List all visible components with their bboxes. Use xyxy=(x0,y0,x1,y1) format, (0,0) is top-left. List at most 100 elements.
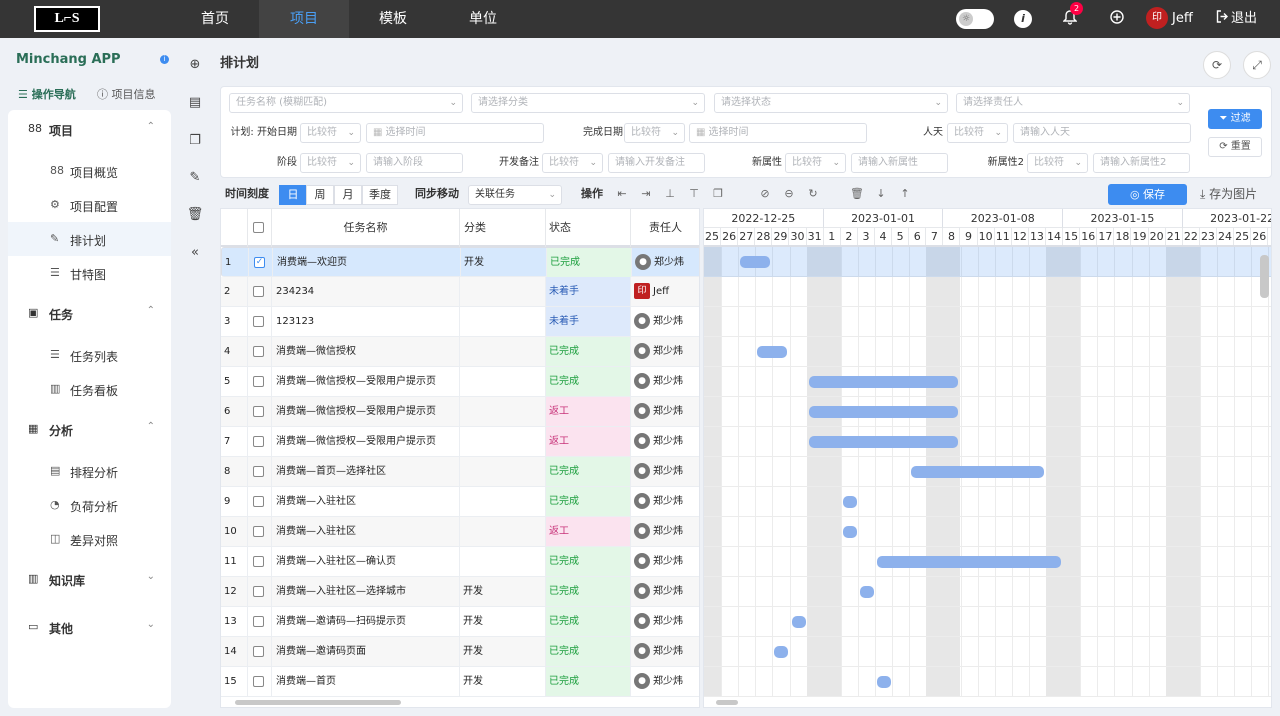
user-avatar[interactable]: 印 xyxy=(1146,7,1168,29)
sidebar-group-analysis[interactable]: ▦ 分析 ⌃ xyxy=(8,412,171,446)
row-checkbox[interactable] xyxy=(253,586,264,597)
category-cell[interactable] xyxy=(460,517,546,546)
add-circle-icon[interactable]: ⊕ xyxy=(186,56,204,74)
info-icon[interactable]: i xyxy=(160,55,169,64)
row-checkbox[interactable] xyxy=(253,286,264,297)
row-checkbox-cell[interactable] xyxy=(248,637,272,666)
row-checkbox[interactable] xyxy=(253,616,264,627)
category-cell[interactable] xyxy=(460,337,546,366)
category-cell[interactable] xyxy=(460,277,546,306)
gantt-bar[interactable] xyxy=(808,406,959,418)
task-name-cell[interactable]: 消费端—入驻社区 xyxy=(272,517,460,546)
row-checkbox-cell[interactable] xyxy=(248,427,272,456)
link-task-select[interactable]: 关联任务 ⌄ xyxy=(468,185,562,205)
row-checkbox-cell[interactable] xyxy=(248,457,272,486)
category-cell[interactable]: 开发 xyxy=(460,577,546,606)
table-row[interactable]: 8 消费端—首页—选择社区 已完成 ● 郑少炜 xyxy=(221,457,699,487)
owner-cell[interactable]: ● 郑少炜 xyxy=(631,637,699,666)
row-checkbox-cell[interactable]: ✓ xyxy=(249,248,273,277)
row-checkbox[interactable] xyxy=(253,376,264,387)
owner-cell[interactable]: ● 郑少炜 xyxy=(631,397,699,426)
gantt-bar[interactable] xyxy=(740,256,771,268)
task-name-cell[interactable]: 消费端—首页 xyxy=(272,667,460,696)
owner-cell[interactable]: ● 郑少炜 xyxy=(631,307,699,336)
status-badge[interactable]: 已完成 xyxy=(546,667,631,696)
header-status[interactable]: 状态 xyxy=(546,209,631,247)
category-cell[interactable] xyxy=(460,367,546,396)
add-circle-icon[interactable] xyxy=(1108,10,1126,28)
copy-icon[interactable]: ❐ xyxy=(186,132,204,150)
owner-select[interactable]: 请选择责任人 ⌄ xyxy=(956,93,1190,113)
gantt-bar[interactable] xyxy=(842,496,857,508)
finish-compare-select[interactable]: 比较符 ⌄ xyxy=(624,123,685,143)
sidebar-item-diff-compare[interactable]: ◫ 差异对照 xyxy=(8,522,171,556)
status-badge[interactable]: 已完成 xyxy=(546,457,631,486)
category-cell[interactable] xyxy=(460,487,546,516)
block-icon[interactable]: ⊘ xyxy=(757,186,773,202)
status-badge[interactable]: 已完成 xyxy=(546,337,631,366)
row-checkbox-cell[interactable] xyxy=(248,667,272,696)
owner-cell[interactable]: ● 郑少炜 xyxy=(631,487,699,516)
status-badge[interactable]: 返工 xyxy=(546,397,631,426)
tab-operation-nav[interactable]: ☰ 操作导航 xyxy=(18,86,76,102)
header-task-name[interactable]: 任务名称 xyxy=(272,209,460,247)
status-select[interactable]: 请选择状态 ⌄ xyxy=(714,93,948,113)
branch-icon[interactable]: ⊤ xyxy=(686,186,702,202)
owner-cell[interactable]: ● 郑少炜 xyxy=(631,547,699,576)
table-row[interactable]: 9 消费端—入驻社区 已完成 ● 郑少炜 xyxy=(221,487,699,517)
category-cell[interactable]: 开发 xyxy=(460,637,546,666)
row-checkbox[interactable] xyxy=(253,676,264,687)
refresh-icon[interactable]: ⟳ xyxy=(1203,51,1231,79)
gantt-bar[interactable] xyxy=(757,346,788,358)
sidebar-item-project-overview[interactable]: 88 项目概览 xyxy=(8,154,171,188)
edit-icon[interactable]: ✎ xyxy=(186,169,204,187)
table-row[interactable]: 14 消费端—邀请码页面 开发 已完成 ● 郑少炜 xyxy=(221,637,699,667)
task-name-cell[interactable]: 123123 xyxy=(272,307,460,336)
row-checkbox[interactable] xyxy=(253,646,264,657)
row-checkbox[interactable] xyxy=(253,406,264,417)
select-all-checkbox[interactable] xyxy=(253,222,264,233)
vertical-scrollbar[interactable] xyxy=(1260,255,1269,298)
category-cell[interactable]: 开发 xyxy=(460,607,546,636)
dev-note-input[interactable]: 请输入开发备注 xyxy=(608,153,705,173)
row-checkbox[interactable] xyxy=(253,526,264,537)
copy-icon[interactable]: ❐ xyxy=(710,186,726,202)
finish-date-input[interactable]: ▦ 选择时间 xyxy=(689,123,867,143)
sidebar-item-task-board[interactable]: ▥ 任务看板 xyxy=(8,372,171,406)
row-checkbox-cell[interactable] xyxy=(248,607,272,636)
task-name-select[interactable]: 任务名称 (模糊匹配) ⌄ xyxy=(229,93,463,113)
tab-project-info[interactable]: ⓘ 项目信息 xyxy=(97,86,156,102)
task-name-cell[interactable]: 消费端—入驻社区—选择城市 xyxy=(272,577,460,606)
category-cell[interactable] xyxy=(460,397,546,426)
gantt-bar[interactable] xyxy=(808,376,959,388)
table-row[interactable]: 2 234234 未着手印 Jeff xyxy=(221,277,699,307)
owner-cell[interactable]: ● 郑少炜 xyxy=(631,367,699,396)
gantt-bar[interactable] xyxy=(808,436,959,448)
status-badge[interactable]: 未着手 xyxy=(546,277,631,306)
owner-cell[interactable]: 印 Jeff xyxy=(631,277,699,306)
filter-button[interactable]: ⏷ 过滤 xyxy=(1208,109,1262,129)
category-cell[interactable] xyxy=(460,427,546,456)
sidebar-group-project[interactable]: 88 项目 ⌃ xyxy=(8,112,171,146)
header-owner[interactable]: 责任人 xyxy=(631,209,699,247)
row-checkbox[interactable] xyxy=(253,496,264,507)
table-row[interactable]: 1 ✓ 消费端—欢迎页 开发 已完成 ● 郑少炜 xyxy=(221,247,699,277)
owner-cell[interactable]: ● 郑少炜 xyxy=(631,577,699,606)
move-down-icon[interactable]: ↓ xyxy=(873,186,889,202)
sidebar-item-gantt[interactable]: ☰ 甘特图 xyxy=(8,256,171,290)
theme-toggle[interactable]: ☼ xyxy=(956,9,994,29)
category-cell[interactable]: 开发 xyxy=(460,667,546,696)
scale-week[interactable]: 周 xyxy=(306,185,334,205)
redo-icon[interactable]: ↻ xyxy=(805,186,821,202)
row-checkbox[interactable]: ✓ xyxy=(254,257,265,268)
category-cell[interactable] xyxy=(460,307,546,336)
row-checkbox-cell[interactable] xyxy=(248,517,272,546)
sidebar-item-load-analysis[interactable]: ◔ 负荷分析 xyxy=(8,488,171,522)
category-cell[interactable] xyxy=(460,457,546,486)
user-name[interactable]: Jeff xyxy=(1172,0,1193,38)
table-row[interactable]: 7 消费端—微信授权—受限用户提示页 返工 ● 郑少炜 xyxy=(221,427,699,457)
logout-button[interactable]: 退出 xyxy=(1231,0,1257,38)
sidebar-item-schedule-analysis[interactable]: ▤ 排程分析 xyxy=(8,454,171,488)
status-badge[interactable]: 已完成 xyxy=(546,577,631,606)
status-badge[interactable]: 返工 xyxy=(546,517,631,546)
